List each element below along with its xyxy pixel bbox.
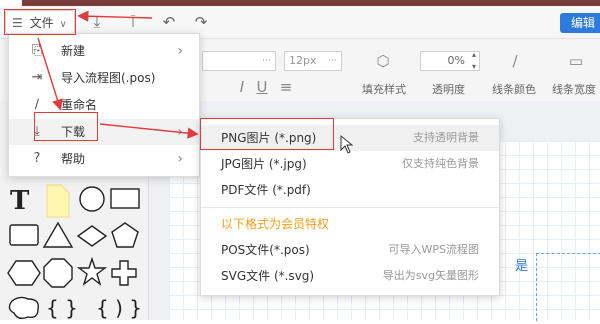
star-shape-icon[interactable] bbox=[76, 256, 108, 286]
export-pdf-item[interactable]: PDF文件 (*.pdf) bbox=[201, 177, 499, 203]
menu-item-new[interactable]: ⎘ 新建 › bbox=[9, 38, 199, 64]
line-width-label: 线条宽度 bbox=[552, 83, 596, 96]
edit-button[interactable]: 编辑 bbox=[560, 13, 600, 33]
highlight-file-button bbox=[4, 9, 76, 35]
new-file-icon: ⎘ bbox=[31, 43, 43, 58]
pentagon-shape-icon[interactable] bbox=[111, 222, 139, 248]
octagon-shape-icon[interactable] bbox=[43, 258, 73, 288]
export-jpg-item[interactable]: JPG图片 (*.jpg) 仅支持纯色背景 bbox=[201, 151, 499, 177]
selected-shape-outline[interactable] bbox=[536, 253, 600, 321]
line-color-label: 线条颜色 bbox=[492, 83, 536, 96]
font-size-select[interactable]: 12px ⋯ bbox=[284, 51, 342, 71]
help-icon: ? bbox=[33, 151, 41, 166]
hexagon-shape-icon[interactable] bbox=[7, 260, 41, 286]
redo-icon[interactable]: ↷ bbox=[192, 13, 210, 31]
member-header: 以下格式为会员特权 bbox=[221, 217, 330, 231]
menu-item-help[interactable]: ? 帮助 › bbox=[9, 146, 199, 172]
font-family-select[interactable]: ⋯ bbox=[202, 51, 276, 71]
cross-shape-icon[interactable] bbox=[111, 260, 137, 286]
export-pos-item[interactable]: POS文件(*.pos) 可导入WPS流程图 bbox=[201, 237, 499, 263]
triangle-shape-icon[interactable] bbox=[42, 221, 74, 248]
menu-item-import[interactable]: ⇥ 导入流程图(.pos) bbox=[9, 65, 199, 91]
import-icon: ⇥ bbox=[31, 70, 43, 85]
undo-icon[interactable]: ↶ bbox=[160, 13, 178, 31]
italic-icon[interactable]: I bbox=[232, 77, 252, 97]
opacity-label: 透明度 bbox=[432, 83, 465, 96]
diamond-shape-icon[interactable] bbox=[76, 225, 108, 247]
file-menu: ⎘ 新建 › ⇥ 导入流程图(.pos) ∕ 重命名 ⤓ 下载 › ? 帮助 › bbox=[8, 33, 200, 177]
format-paint-icon[interactable]: ⍑ bbox=[124, 13, 142, 31]
highlight-png-item bbox=[200, 118, 334, 150]
strikethrough-icon[interactable]: ≡ bbox=[276, 77, 296, 97]
submenu-divider bbox=[201, 207, 499, 208]
highlight-download-item bbox=[34, 112, 98, 141]
line-width-icon[interactable]: ▭ bbox=[566, 51, 586, 71]
note-shape-icon[interactable] bbox=[46, 184, 70, 218]
underline-icon[interactable]: U bbox=[252, 77, 272, 97]
canvas-text-shape[interactable]: 是 bbox=[515, 255, 528, 274]
font-size-value: 12px bbox=[289, 54, 317, 67]
brace-shape-icon[interactable]: { } bbox=[46, 296, 78, 320]
opacity-value: 0% bbox=[447, 54, 465, 67]
bracket-shape-icon[interactable]: { ) } bbox=[96, 296, 142, 320]
circle-shape-icon[interactable] bbox=[79, 186, 105, 212]
chevron-right-icon: › bbox=[177, 151, 183, 167]
chevron-right-icon: › bbox=[177, 43, 183, 59]
opacity-input[interactable]: 0% ▴ ▾ bbox=[420, 50, 480, 71]
export-svg-item[interactable]: SVG文件 (*.svg) 导出为svg矢量图形 bbox=[201, 263, 499, 289]
download-icon[interactable]: ⤓ bbox=[88, 13, 106, 31]
rounded-rect-shape-icon[interactable] bbox=[9, 224, 39, 246]
chevron-right-icon: › bbox=[177, 124, 183, 140]
rectangle-shape-icon[interactable] bbox=[110, 188, 140, 209]
cloud-shape-icon[interactable] bbox=[8, 296, 39, 320]
fill-style-label: 填充样式 bbox=[362, 83, 406, 96]
text-shape-icon[interactable]: T bbox=[10, 186, 30, 216]
fill-style-icon[interactable]: ⬡ bbox=[373, 51, 393, 71]
line-color-icon[interactable]: ∕ bbox=[505, 51, 525, 71]
